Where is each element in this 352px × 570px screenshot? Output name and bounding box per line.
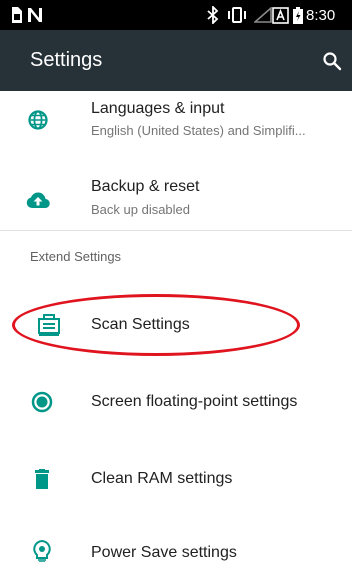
settings-item-backup[interactable]: Backup & reset Back up disabled <box>0 166 352 228</box>
status-bar: 8:30 <box>0 0 352 30</box>
battery-icon <box>293 0 303 30</box>
settings-item-title: Scan Settings <box>91 316 190 333</box>
status-time: 8:30 <box>306 6 336 24</box>
settings-item-subtitle: Back up disabled <box>91 202 191 217</box>
bluetooth-icon <box>207 0 219 30</box>
settings-item-title: Clean RAM settings <box>91 470 233 487</box>
settings-item-title: Backup & reset <box>91 178 200 195</box>
settings-item-scan[interactable]: Scan Settings <box>0 300 352 350</box>
settings-item-title: Power Save settings <box>91 544 237 561</box>
settings-item-clean-ram[interactable]: Clean RAM settings <box>0 454 352 504</box>
section-divider <box>0 230 352 231</box>
section-header: Extend Settings <box>30 249 122 264</box>
app-bar: Settings <box>0 30 352 91</box>
settings-item-title: Screen floating-point settings <box>91 393 298 410</box>
cloud-upload-icon <box>26 188 50 212</box>
scanner-icon <box>37 313 61 337</box>
search-icon <box>323 52 342 71</box>
page-title: Settings <box>30 49 103 71</box>
sim-card-icon <box>10 0 22 30</box>
settings-item-title: Languages & input <box>91 100 225 117</box>
settings-item-subtitle: English (United States) and Simplifi... <box>91 123 306 138</box>
settings-item-power-save[interactable]: Power Save settings <box>0 532 352 570</box>
search-button[interactable] <box>317 46 347 76</box>
globe-icon <box>26 108 50 132</box>
trash-icon <box>30 467 54 491</box>
settings-item-floating-point[interactable]: Screen floating-point settings <box>0 376 352 426</box>
vibrate-icon <box>226 0 248 30</box>
power-save-icon <box>30 539 54 563</box>
settings-item-languages[interactable]: Languages & input English (United States… <box>0 91 352 157</box>
signal-strength-icon <box>254 0 272 30</box>
floating-point-icon <box>30 390 54 414</box>
signal-n-icon <box>27 0 43 30</box>
a-badge-icon <box>272 0 289 30</box>
